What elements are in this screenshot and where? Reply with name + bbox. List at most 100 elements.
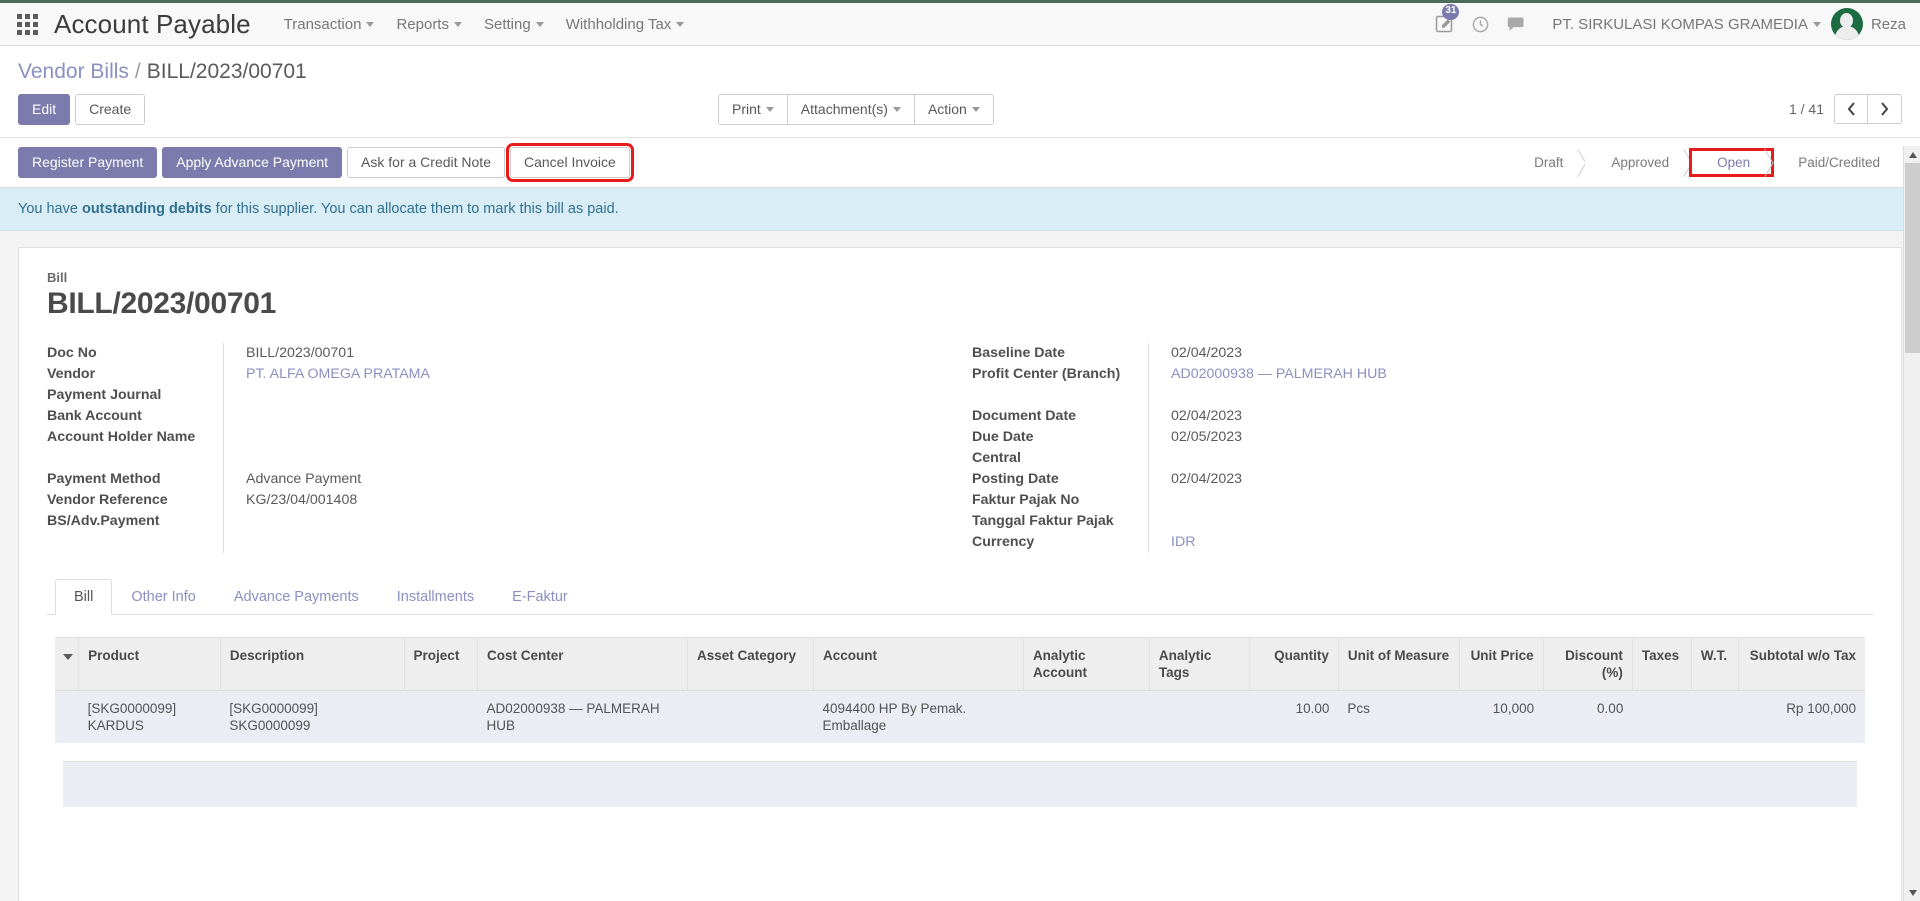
cell-subtotal[interactable]: Rp 100,000	[1738, 690, 1865, 743]
value-vendor[interactable]: PT. ALFA OMEGA PRATAMA	[246, 364, 920, 385]
menu-reports[interactable]: Reports	[385, 10, 473, 39]
cell-wt[interactable]	[1691, 690, 1739, 743]
clock-icon[interactable]	[1462, 2, 1498, 46]
vertical-scrollbar[interactable]	[1903, 146, 1920, 901]
breadcrumb: Vendor Bills / BILL/2023/00701	[18, 46, 1902, 84]
value-tanggal-faktur-pajak[interactable]	[1171, 511, 1833, 532]
pager-previous-button[interactable]	[1834, 94, 1868, 124]
scrollbar-thumb[interactable]	[1905, 163, 1920, 353]
value-currency[interactable]: IDR	[1171, 532, 1833, 553]
col-wt[interactable]: W.T.	[1691, 637, 1740, 691]
table-row[interactable]: [SKG0000099] KARDUS [SKG0000099] SKG0000…	[55, 690, 1865, 743]
cell-product[interactable]: [SKG0000099] KARDUS	[78, 690, 221, 743]
value-faktur-pajak-no[interactable]	[1171, 490, 1833, 511]
col-subtotal[interactable]: Subtotal w/o Tax	[1738, 637, 1865, 691]
cell-description[interactable]: [SKG0000099] SKG0000099	[220, 690, 405, 743]
menu-withholding-tax[interactable]: Withholding Tax	[555, 10, 696, 39]
ask-for-credit-note-button[interactable]: Ask for a Credit Note	[347, 147, 505, 178]
col-asset-category[interactable]: Asset Category	[687, 637, 814, 691]
value-bank-account[interactable]	[246, 406, 920, 427]
left-field-column: Doc No Vendor Payment Journal Bank Accou…	[47, 343, 960, 553]
chevron-down-icon	[765, 107, 774, 112]
cancel-invoice-button[interactable]: Cancel Invoice	[505, 143, 634, 182]
stage-draft[interactable]: Draft	[1508, 150, 1586, 175]
cell-quantity[interactable]: 10.00	[1249, 690, 1339, 743]
value-doc-no: BILL/2023/00701	[246, 345, 355, 361]
form-notebook-tabs: Bill Other Info Advance Payments Install…	[47, 579, 1873, 615]
company-switcher[interactable]: PT. SIRKULASI KOMPAS GRAMEDIA	[1534, 16, 1831, 33]
col-project[interactable]: Project	[404, 637, 479, 691]
cell-row-handle[interactable]	[55, 690, 79, 743]
action-dropdown-button[interactable]: Action	[913, 94, 994, 125]
cell-asset-category[interactable]	[687, 690, 814, 743]
value-central[interactable]	[1171, 448, 1833, 469]
stage-paid-credited[interactable]: Paid/Credited	[1772, 150, 1902, 175]
cell-unit-price[interactable]: 10,000	[1459, 690, 1544, 743]
print-dropdown-button[interactable]: Print	[718, 94, 788, 125]
attachments-dropdown-button[interactable]: Attachment(s)	[786, 94, 915, 125]
cell-taxes[interactable]	[1632, 690, 1692, 743]
form-subtitle: Bill	[47, 270, 68, 285]
tab-advance-payments[interactable]: Advance Payments	[215, 579, 378, 615]
apps-grid-icon[interactable]	[0, 3, 54, 46]
col-product[interactable]: Product	[78, 637, 221, 691]
left-values: BILL/2023/00701 PT. ALFA OMEGA PRATAMA A…	[223, 343, 920, 553]
label-vendor: Vendor	[47, 366, 96, 382]
alert-suffix: for this supplier. You can allocate them…	[211, 201, 619, 217]
tab-bill[interactable]: Bill	[55, 579, 113, 615]
cell-analytic-account[interactable]	[1023, 690, 1150, 743]
chat-bubble-icon[interactable]	[1498, 2, 1534, 46]
tab-other-info[interactable]: Other Info	[112, 579, 214, 615]
cell-unit-of-measure[interactable]: Pcs	[1338, 690, 1460, 743]
tab-e-faktur[interactable]: E-Faktur	[493, 579, 587, 615]
col-unit-of-measure[interactable]: Unit of Measure	[1338, 637, 1460, 691]
apply-advance-payment-button[interactable]: Apply Advance Payment	[162, 147, 343, 178]
stage-open[interactable]: Open	[1689, 148, 1775, 177]
tab-installments[interactable]: Installments	[378, 579, 493, 615]
print-label: Print	[732, 101, 761, 117]
menu-transaction[interactable]: Transaction	[273, 10, 386, 39]
stage-approved[interactable]: Approved	[1585, 150, 1692, 175]
sheet-container: Bill BILL/2023/00701 Doc No Vendor Payme…	[0, 231, 1920, 901]
value-profit-center-branch[interactable]: AD02000938 — PALMERAH HUB	[1171, 364, 1833, 385]
value-account-holder-name[interactable]	[246, 427, 920, 469]
row-handle-sort-icon[interactable]	[55, 637, 80, 691]
col-unit-price[interactable]: Unit Price	[1459, 637, 1544, 691]
value-bs-adv-payment[interactable]	[246, 511, 920, 532]
alert-bold-text[interactable]: outstanding debits	[82, 201, 212, 217]
label-posting-date: Posting Date	[972, 471, 1059, 487]
create-button[interactable]: Create	[75, 94, 146, 125]
cell-cost-center[interactable]: AD02000938 — PALMERAH HUB	[477, 690, 688, 743]
value-payment-journal[interactable]	[246, 385, 920, 406]
col-analytic-account[interactable]: Analytic Account	[1023, 637, 1150, 691]
col-description[interactable]: Description	[220, 637, 405, 691]
scroll-down-arrow-icon[interactable]	[1904, 884, 1920, 901]
cell-account[interactable]: 4094400 HP By Pemak. Emballage	[813, 690, 1024, 743]
control-panel: Vendor Bills / BILL/2023/00701 Edit Crea…	[0, 46, 1920, 138]
user-menu[interactable]: Reza	[1830, 8, 1906, 40]
menu-withholding-tax-label: Withholding Tax	[565, 15, 672, 33]
edit-button[interactable]: Edit	[18, 94, 71, 125]
col-analytic-tags[interactable]: Analytic Tags	[1149, 637, 1250, 691]
menu-setting-label: Setting	[483, 15, 531, 33]
pager-next-button[interactable]	[1868, 94, 1902, 124]
activity-edit-note-icon[interactable]: 31	[1426, 2, 1462, 46]
label-bs-adv-payment: BS/Adv.Payment	[47, 513, 160, 529]
breadcrumb-vendor-bills[interactable]: Vendor Bills	[18, 60, 129, 84]
label-profit-center-branch: Profit Center (Branch)	[972, 366, 1121, 382]
col-taxes[interactable]: Taxes	[1632, 637, 1692, 691]
app-brand-title[interactable]: Account Payable	[54, 9, 251, 40]
register-payment-button[interactable]: Register Payment	[18, 147, 158, 178]
menu-setting[interactable]: Setting	[473, 10, 555, 39]
col-discount[interactable]: Discount (%)	[1543, 637, 1633, 691]
menu-transaction-label: Transaction	[283, 15, 362, 33]
col-account[interactable]: Account	[813, 637, 1024, 691]
col-cost-center[interactable]: Cost Center	[477, 637, 688, 691]
pager-count-label: 1 / 41	[1788, 101, 1824, 117]
col-quantity[interactable]: Quantity	[1249, 637, 1339, 691]
cell-project[interactable]	[404, 690, 478, 743]
cell-discount[interactable]: 0.00	[1543, 690, 1633, 743]
page-title: BILL/2023/00701	[47, 287, 276, 320]
cell-analytic-tags[interactable]	[1149, 690, 1250, 743]
scroll-up-arrow-icon[interactable]	[1904, 146, 1920, 163]
